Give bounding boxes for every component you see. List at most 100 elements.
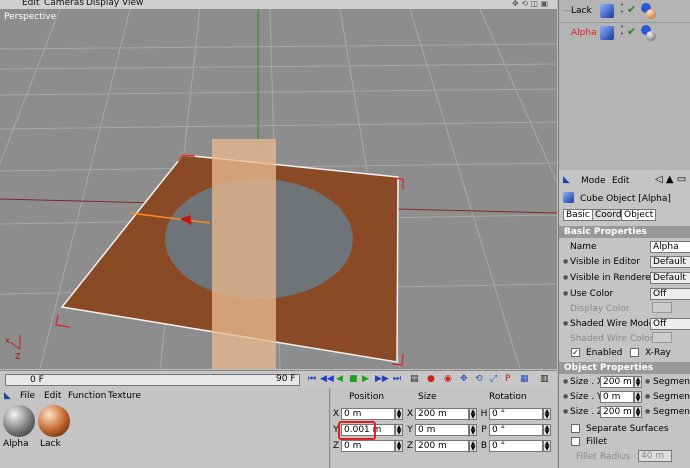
anim-dot-icon[interactable]: ● [563, 258, 568, 265]
play-button[interactable]: ▶ [362, 374, 373, 386]
material-lack-tag-icon[interactable] [646, 9, 656, 19]
attr-size-z-spinner[interactable]: ▲ ▼ [634, 406, 642, 418]
size-x-field[interactable]: 200 m [415, 408, 469, 420]
mat-menu-file[interactable]: File [20, 391, 35, 401]
enabled-checkbox[interactable]: ✓ [571, 348, 580, 357]
prev-key-button[interactable]: ◀◀ [320, 374, 334, 386]
record-button[interactable]: ● [427, 374, 438, 386]
xray-checkbox[interactable] [630, 348, 639, 357]
visibility-dots-icon[interactable]: • • [620, 2, 624, 16]
attr-size-y-field[interactable]: 0 m [600, 391, 634, 403]
size-x-spinner[interactable]: ▲ ▼ [469, 408, 477, 420]
pos-x-spinner[interactable]: ▲ ▼ [395, 408, 403, 420]
size-y-field[interactable]: 0 m [415, 424, 469, 436]
anim-dot-icon[interactable]: ● [645, 393, 650, 400]
attr-size-y-spinner[interactable]: ▲ ▼ [634, 391, 642, 403]
prop-shaded-wire-mode-select[interactable]: Off [650, 318, 690, 330]
rot-b-spinner[interactable]: ▲ ▼ [543, 440, 551, 452]
attribute-manager: ◣ Mode Edit ◁ ▲ ▭ Cube Object [Alpha] Ba… [558, 170, 690, 468]
attr-menu-edit[interactable]: Edit [612, 176, 629, 186]
keyframe-pla-icon[interactable]: ▦ [520, 374, 531, 386]
size-z-field[interactable]: 200 m [415, 440, 469, 452]
tab-object[interactable]: Object [621, 209, 657, 221]
menu-view[interactable]: View [122, 0, 143, 8]
rot-h-spinner[interactable]: ▲ ▼ [543, 408, 551, 420]
play-back-button[interactable]: ◀ [336, 374, 347, 386]
rot-h-field[interactable]: 0 ° [489, 408, 543, 420]
column-object[interactable] [212, 139, 276, 369]
basic-properties-header[interactable]: Basic Properties [559, 226, 690, 238]
mat-menu-edit[interactable]: Edit [44, 391, 61, 401]
keyframe-move-icon[interactable]: ✥ [460, 374, 471, 386]
prop-visible-renderer-select[interactable]: Default [650, 272, 690, 284]
prop-visible-editor-select[interactable]: Default [650, 256, 690, 268]
next-key-button[interactable]: ▶▶ [375, 374, 389, 386]
object-row-lack[interactable]: — Lack • • ✔ [559, 0, 690, 22]
svg-text:Z: Z [15, 352, 21, 361]
anim-dot-icon[interactable]: ● [563, 320, 568, 327]
pos-y-spinner[interactable]: ▲ ▼ [395, 424, 403, 436]
anim-dot-icon[interactable]: ● [645, 408, 650, 415]
segment-z-label: Segment [653, 407, 690, 417]
stop-button[interactable]: ■ [349, 374, 360, 386]
timeline-options-icon[interactable]: ▥ [540, 374, 551, 386]
size-x-axis: X [406, 409, 414, 419]
menu-edit[interactable]: Edit [22, 0, 39, 8]
attr-size-z-field[interactable]: 200 m [600, 406, 634, 418]
tab-basic[interactable]: Basic [563, 209, 593, 221]
material-lack-swatch[interactable] [38, 405, 70, 437]
anim-dot-icon[interactable]: ● [563, 408, 568, 415]
end-frame: 90 F [276, 374, 296, 384]
attr-menu-mode[interactable]: Mode [581, 176, 606, 186]
frame-slider[interactable]: 0 F [5, 374, 300, 386]
separate-surfaces-checkbox[interactable] [571, 424, 580, 433]
viewport-scene: x Z [0, 9, 557, 369]
rot-p-spinner[interactable]: ▲ ▼ [543, 424, 551, 436]
rot-h-axis: H [480, 409, 488, 419]
enabled-check-icon[interactable]: ✔ [627, 3, 636, 16]
material-alpha-tag-icon[interactable] [646, 31, 656, 41]
autokey-button[interactable]: ◉ [444, 374, 455, 386]
object-properties-header[interactable]: Object Properties [559, 362, 690, 374]
pos-x-field[interactable]: 0 m [341, 408, 395, 420]
attr-size-x-field[interactable]: 200 m [600, 376, 634, 388]
prop-name-field[interactable]: Alpha [650, 241, 690, 253]
menu-cameras[interactable]: Cameras [44, 0, 84, 8]
record-options-button[interactable]: ▤ [410, 374, 421, 386]
attr-size-x-spinner[interactable]: ▲ ▼ [634, 376, 642, 388]
fillet-checkbox[interactable] [571, 437, 580, 446]
visibility-dots-icon[interactable]: • • [620, 24, 624, 38]
attr-nav-icons[interactable]: ◁ ▲ ▭ [655, 174, 686, 185]
anim-dot-icon[interactable]: ● [563, 290, 568, 297]
rot-p-axis: P [481, 425, 487, 435]
menu-display[interactable]: Display [86, 0, 119, 8]
anim-dot-icon[interactable]: ● [645, 378, 650, 385]
anim-dot-icon[interactable]: ● [563, 393, 568, 400]
mat-menu-texture[interactable]: Texture [108, 391, 141, 401]
material-alpha-swatch[interactable] [3, 405, 35, 437]
keyframe-param-icon[interactable]: P [505, 374, 516, 386]
viewport-nav-icons[interactable]: ✥ ⟲ ◫ ▣ [512, 0, 548, 8]
fillet-label: Fillet [586, 437, 608, 447]
viewport-perspective[interactable]: x Z Perspective [0, 9, 557, 369]
goto-start-button[interactable]: ⏮ [308, 374, 319, 386]
pos-z-spinner[interactable]: ▲ ▼ [395, 440, 403, 452]
keyframe-rotate-icon[interactable]: ⟲ [475, 374, 486, 386]
keyframe-scale-icon[interactable]: ⤢ [490, 374, 501, 386]
rot-b-field[interactable]: 0 ° [489, 440, 543, 452]
enabled-check-icon[interactable]: ✔ [627, 25, 636, 38]
goto-end-button[interactable]: ⏭ [393, 374, 404, 386]
mat-menu-function[interactable]: Function [68, 391, 106, 401]
size-y-spinner[interactable]: ▲ ▼ [469, 424, 477, 436]
rot-p-field[interactable]: 0 ° [489, 424, 543, 436]
object-row-alpha[interactable]: Alpha • • ✔ [559, 22, 690, 44]
pos-z-field[interactable]: 0 m [341, 440, 395, 452]
timeline: 0 F 90 F ⏮ ◀◀ ◀ ■ ▶ ▶▶ ⏭ ▤ ● ◉ ✥ ⟲ ⤢ P ▦… [0, 370, 557, 388]
anim-dot-icon[interactable]: ● [563, 274, 568, 281]
anim-dot-icon[interactable]: ● [563, 378, 568, 385]
size-z-spinner[interactable]: ▲ ▼ [469, 440, 477, 452]
prop-use-color-select[interactable]: Off [650, 288, 690, 300]
shaded-wire-color-swatch[interactable] [652, 332, 672, 343]
fillet-radius-field[interactable]: 40 m [638, 450, 672, 462]
display-color-swatch[interactable] [652, 302, 672, 313]
